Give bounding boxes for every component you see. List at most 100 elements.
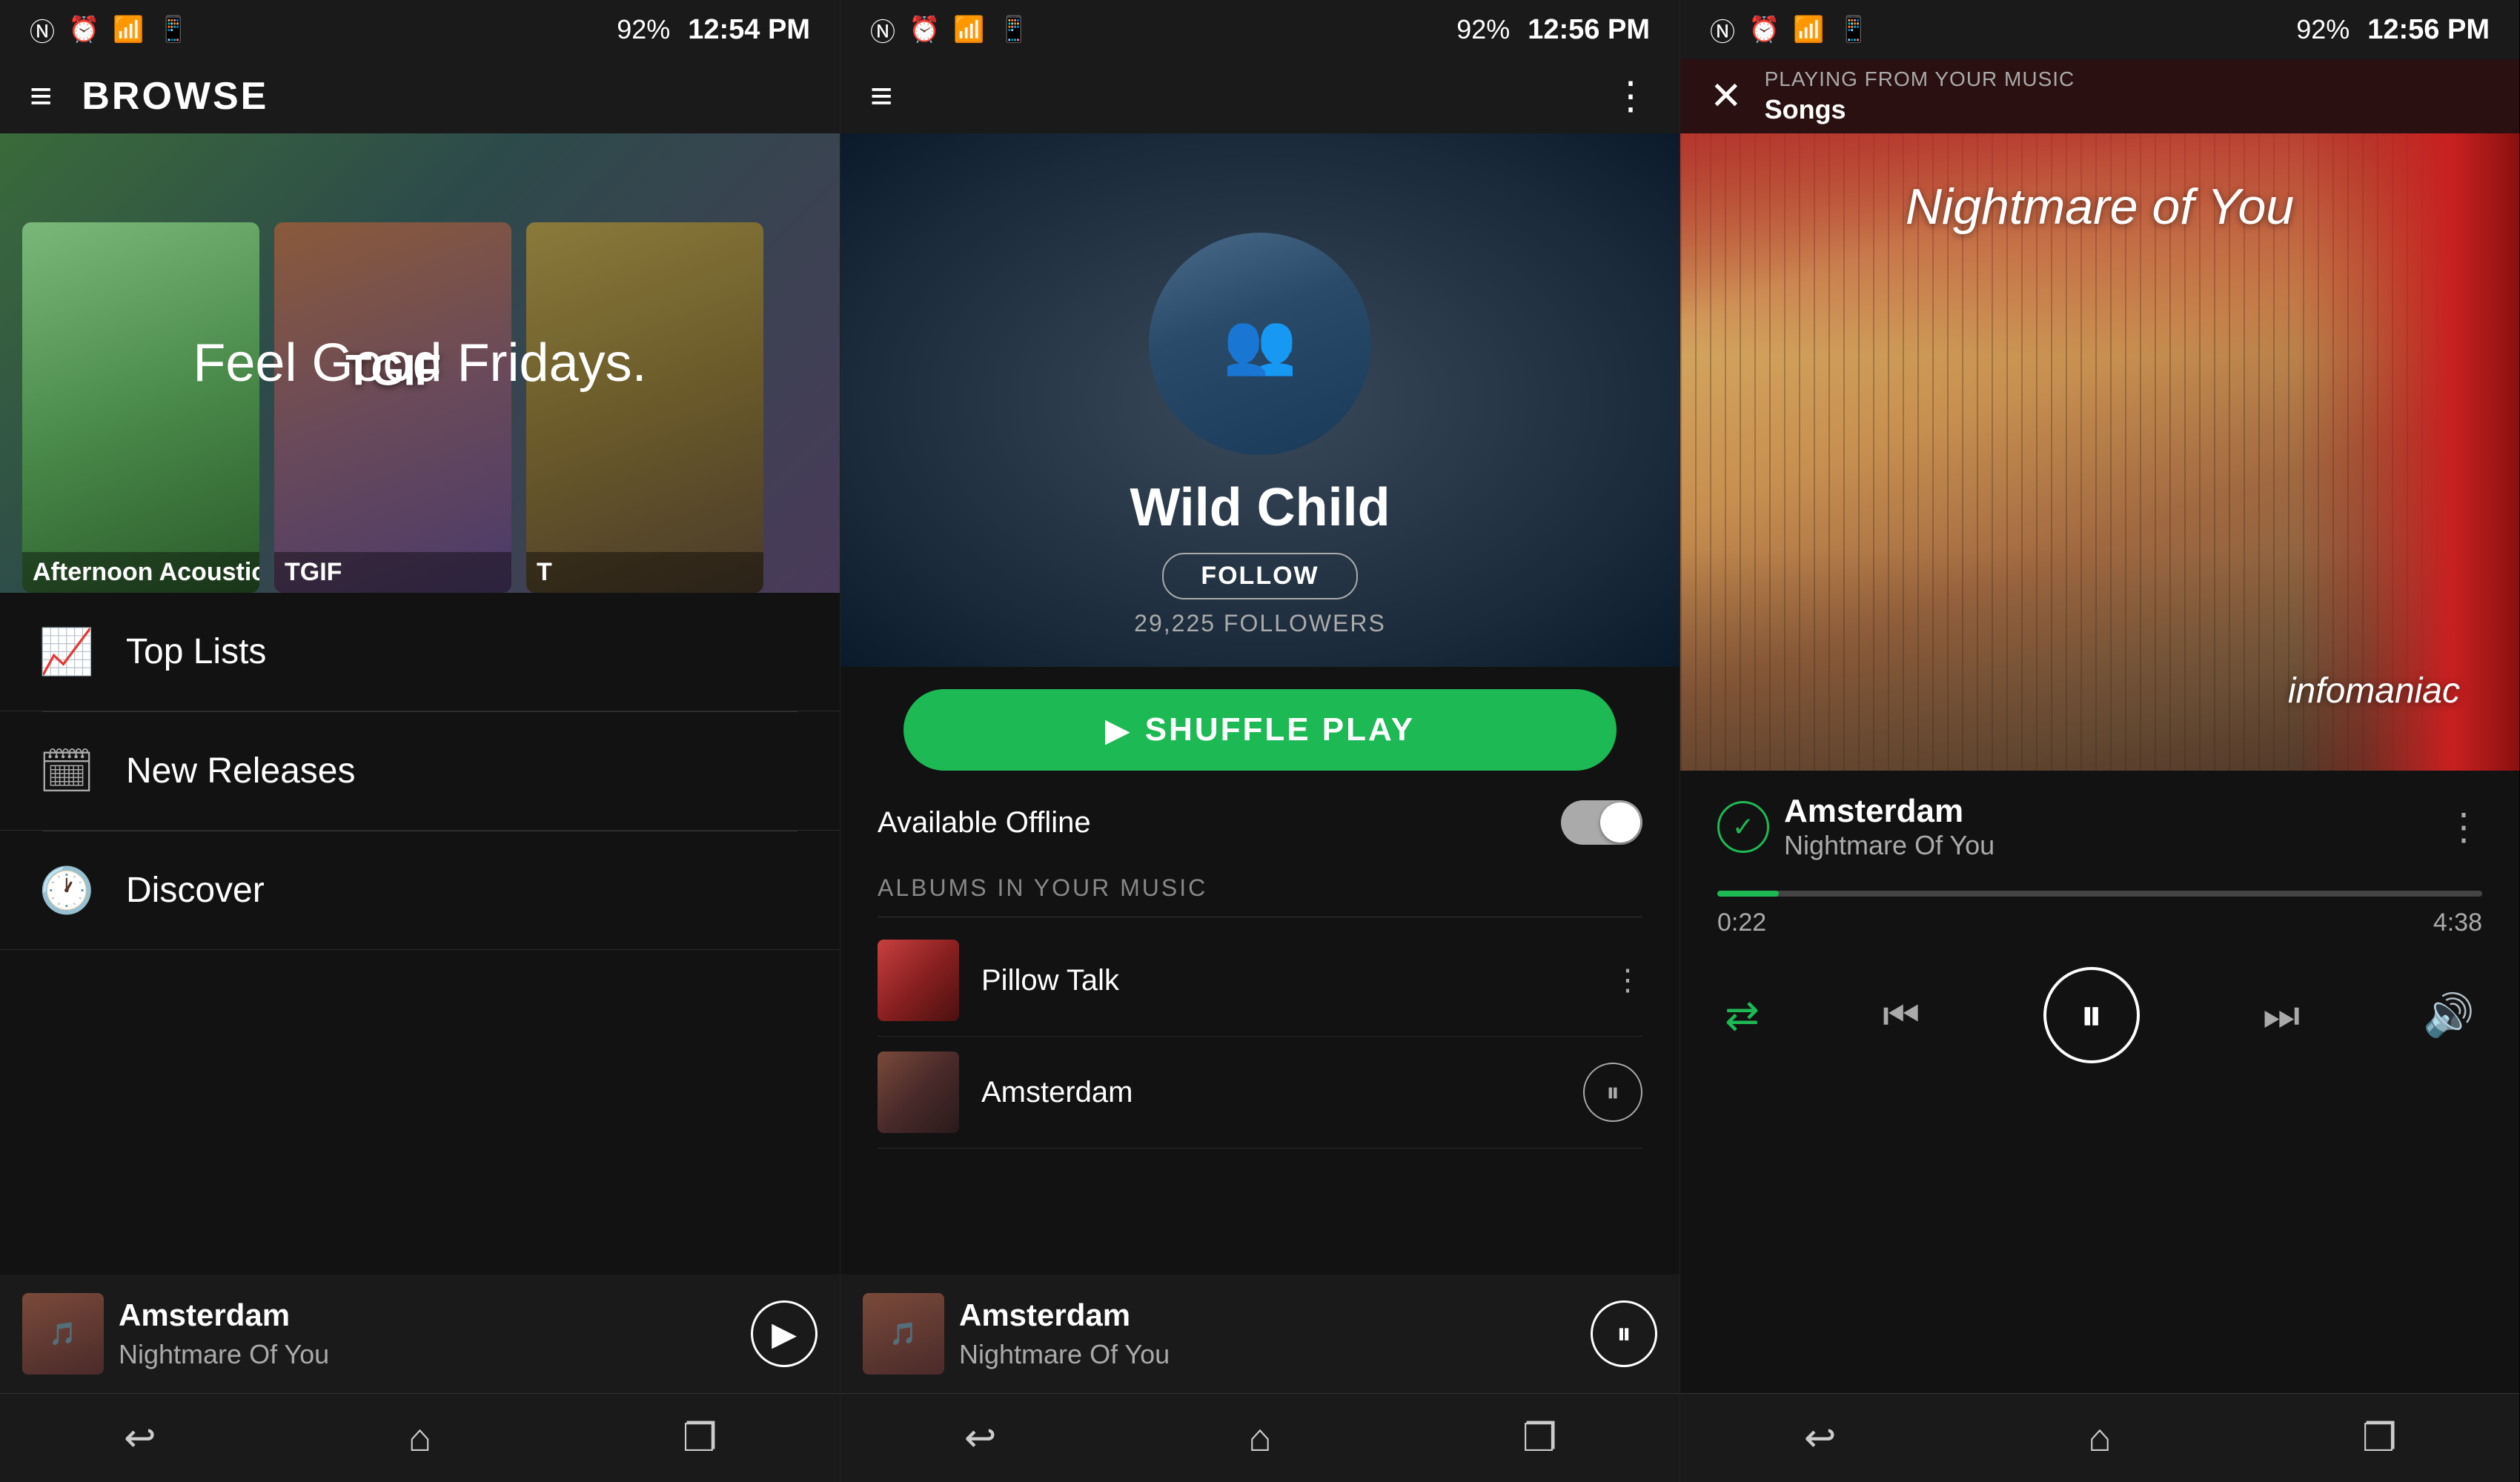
- top-nav-artist: ≡ ⋮: [840, 59, 1680, 133]
- pause-button[interactable]: ⏸: [2043, 967, 2140, 1063]
- more-options-icon[interactable]: ⋮: [1611, 74, 1650, 119]
- artist-avatar: 👥: [1149, 233, 1371, 455]
- now-playing-bar-1[interactable]: 🎵 Amsterdam Nightmare Of You ▶: [0, 1275, 840, 1393]
- nfc-icon: Ⓝ: [30, 12, 55, 48]
- album-more-icon-1[interactable]: ⋮: [1613, 963, 1642, 997]
- back-button-1[interactable]: ↩: [103, 1401, 177, 1475]
- hero-card-1[interactable]: Afternoon Acoustic: [22, 222, 259, 593]
- status-right: 92% 12:54 PM: [617, 14, 810, 46]
- recents-button-2[interactable]: ❐: [1502, 1401, 1576, 1475]
- menu-item-top-lists[interactable]: 📈 Top Lists: [0, 593, 840, 711]
- progress-bar-background[interactable]: [1717, 891, 2482, 897]
- menu-item-new-releases[interactable]: 🗓 New Releases: [0, 712, 840, 831]
- album-cover-library-bg: Nightmare of You infomaniac: [1680, 133, 2519, 771]
- top-nav-browse: ≡ BROWSE: [0, 59, 840, 133]
- card-2-label: TGIF: [274, 552, 511, 593]
- status-icons-left-2: Ⓝ ⏰ 📶 📱: [870, 12, 1029, 48]
- card-1-bg: [22, 222, 259, 593]
- offline-label: Available Offline: [878, 806, 1091, 840]
- card-1-label: Afternoon Acoustic: [22, 552, 259, 593]
- artist-hero: 👥 Wild Child FOLLOW 29,225 FOLLOWERS: [840, 133, 1680, 667]
- album-art-1: [878, 940, 959, 1021]
- recents-button-3[interactable]: ❐: [2342, 1401, 2416, 1475]
- panel-artist: Ⓝ ⏰ 📶 📱 92% 12:56 PM ≡ ⋮ 👥 Wild Child FO…: [840, 0, 1680, 1482]
- menu-icon[interactable]: ≡: [30, 74, 52, 119]
- play-icon: ▶: [1105, 711, 1130, 749]
- follow-button[interactable]: FOLLOW: [1162, 553, 1357, 599]
- status-right-3: 92% 12:56 PM: [2296, 14, 2490, 46]
- wifi-icon: 📶: [113, 15, 144, 44]
- wifi-icon-3: 📶: [1793, 15, 1824, 44]
- album-pause-button[interactable]: ⏸: [1583, 1063, 1642, 1122]
- battery-label-2: 92%: [1456, 14, 1510, 45]
- np-album-art-1: 🎵: [22, 1293, 104, 1375]
- wifi-icon-2: 📶: [953, 15, 984, 44]
- status-icons-left: Ⓝ ⏰ 📶 📱: [30, 12, 189, 48]
- player-controls: ⇄ ⏮ ⏸ ⏭ 🔊: [1680, 952, 2519, 1086]
- player-song-artist: Nightmare Of You: [1784, 830, 2430, 861]
- signal-icon-3: 📱: [1838, 15, 1869, 44]
- page-title: BROWSE: [82, 74, 268, 119]
- close-button[interactable]: ✕: [1710, 74, 1743, 119]
- album-info-1: Pillow Talk: [981, 964, 1591, 997]
- player-track-info: ✓ Amsterdam Nightmare Of You ⋮: [1680, 771, 2519, 883]
- time-label: 12:54 PM: [688, 14, 810, 46]
- np-artist-2: Nightmare Of You: [959, 1339, 1576, 1370]
- shuffle-play-button[interactable]: ▶ SHUFFLE PLAY: [903, 689, 1617, 771]
- album-info-2: Amsterdam: [981, 1076, 1561, 1109]
- track-saved-icon[interactable]: ✓: [1717, 801, 1769, 853]
- home-button-1[interactable]: ⌂: [382, 1401, 457, 1475]
- album-cover-subtitle: infomaniac: [2288, 671, 2460, 711]
- np-album-art-2: 🎵: [863, 1293, 944, 1375]
- player-song-title: Amsterdam: [1784, 793, 2430, 830]
- status-bar-2: Ⓝ ⏰ 📶 📱 92% 12:56 PM: [840, 0, 1680, 59]
- np-title-1: Amsterdam: [119, 1297, 736, 1333]
- hero-cards: Afternoon Acoustic TGIF TGIF T: [0, 207, 840, 593]
- album-row-2[interactable]: Amsterdam ⏸: [878, 1037, 1642, 1149]
- offline-toggle[interactable]: [1561, 800, 1642, 845]
- offline-row: Available Offline: [840, 793, 1680, 852]
- top-lists-icon: 📈: [37, 622, 96, 682]
- np-pause-button-2[interactable]: ⏸: [1591, 1300, 1657, 1367]
- panel-browse: Ⓝ ⏰ 📶 📱 92% 12:54 PM ≡ BROWSE Feel Good …: [0, 0, 840, 1482]
- volume-button[interactable]: 🔊: [2423, 991, 2475, 1040]
- recents-button-1[interactable]: ❐: [663, 1401, 737, 1475]
- player-more-icon[interactable]: ⋮: [2445, 805, 2482, 848]
- artist-avatar-img: 👥: [1149, 233, 1371, 455]
- albums-section-title: ALBUMS IN YOUR MUSIC: [878, 874, 1642, 902]
- progress-bar-fill: [1717, 891, 1779, 897]
- np-play-button-1[interactable]: ▶: [751, 1300, 818, 1367]
- status-icons-left-3: Ⓝ ⏰ 📶 📱: [1710, 12, 1869, 48]
- player-header: ✕ PLAYING FROM YOUR MUSIC Songs: [1680, 59, 2519, 133]
- menu-label-discover: Discover: [126, 870, 265, 911]
- back-button-3[interactable]: ↩: [1783, 1401, 1857, 1475]
- home-button-2[interactable]: ⌂: [1223, 1401, 1297, 1475]
- previous-button[interactable]: ⏮: [1883, 991, 1920, 1040]
- back-button-2[interactable]: ↩: [944, 1401, 1018, 1475]
- home-button-3[interactable]: ⌂: [2063, 1401, 2137, 1475]
- album-row-1[interactable]: Pillow Talk ⋮: [878, 925, 1642, 1037]
- hero-card-2[interactable]: TGIF TGIF: [274, 222, 511, 593]
- progress-total: 4:38: [2433, 908, 2482, 937]
- discover-icon: 🕐: [37, 861, 96, 920]
- nfc-icon-2: Ⓝ: [870, 12, 895, 48]
- shuffle-play-label: SHUFFLE PLAY: [1145, 711, 1415, 748]
- album-title-1: Pillow Talk: [981, 964, 1119, 997]
- menu-item-discover[interactable]: 🕐 Discover: [0, 831, 840, 950]
- album-cover-title: Nightmare of You: [1680, 178, 2519, 236]
- album-cover-large: Nightmare of You infomaniac: [1680, 133, 2519, 771]
- album-art-2: [878, 1051, 959, 1133]
- toggle-knob: [1600, 803, 1640, 843]
- bottom-nav-2: ↩ ⌂ ❐: [840, 1393, 1680, 1482]
- next-button[interactable]: ⏭: [2263, 991, 2300, 1040]
- hero-card-3[interactable]: T: [526, 222, 763, 593]
- player-header-source: Songs: [1765, 94, 2490, 125]
- np-artist-1: Nightmare Of You: [119, 1339, 736, 1370]
- signal-icon-2: 📱: [998, 15, 1029, 44]
- now-playing-bar-2[interactable]: 🎵 Amsterdam Nightmare Of You ⏸: [840, 1275, 1680, 1393]
- progress-times: 0:22 4:38: [1717, 908, 2482, 937]
- player-progress[interactable]: 0:22 4:38: [1680, 883, 2519, 952]
- menu-icon-2[interactable]: ≡: [870, 74, 892, 119]
- alarm-icon-2: ⏰: [909, 15, 940, 44]
- shuffle-button[interactable]: ⇄: [1725, 991, 1760, 1040]
